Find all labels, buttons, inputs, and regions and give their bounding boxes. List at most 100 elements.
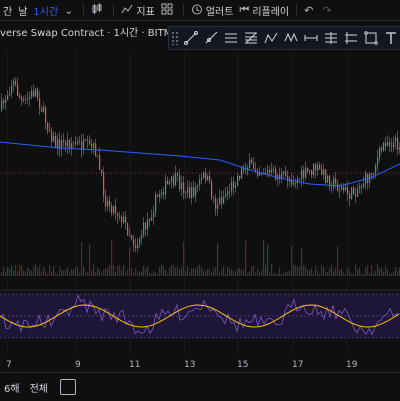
candle-body [293, 182, 295, 185]
candle-body [101, 169, 103, 174]
indicators-button[interactable]: 지표 [118, 0, 157, 20]
calendar-icon[interactable] [59, 379, 76, 395]
candle-body [193, 186, 195, 197]
volume-bar [367, 265, 369, 276]
volume-bar [161, 264, 163, 276]
candle-body [219, 197, 221, 205]
candle-body [45, 107, 47, 123]
candle-body [25, 99, 27, 100]
candle-body [385, 142, 387, 146]
candle-body [133, 239, 135, 246]
trend-line-icon[interactable] [181, 28, 201, 48]
candle-body [227, 191, 229, 195]
candle-body [243, 168, 245, 170]
candle-body [163, 192, 165, 195]
volume-bar [249, 271, 251, 276]
volume-bar [287, 272, 289, 276]
volume-bar [339, 269, 341, 276]
volume-bar [81, 242, 83, 276]
volume-bar [5, 271, 7, 276]
volume-bar [219, 272, 221, 276]
candle-body [275, 169, 277, 180]
volume-bar [29, 270, 31, 276]
volume-bar [291, 245, 293, 276]
volume-bar [183, 241, 185, 276]
timeframe-1h[interactable]: 1시간 [30, 0, 61, 20]
timeframe-day[interactable]: 날 [15, 0, 30, 20]
zigzag-icon[interactable] [281, 28, 301, 48]
volume-bar [353, 273, 355, 276]
volume-bar [175, 267, 177, 276]
timeframe-dropdown[interactable]: ⌄ [61, 0, 79, 20]
timeframe-partial[interactable]: 간 [0, 0, 15, 20]
candle-body [3, 100, 5, 103]
pattern-icon[interactable] [261, 28, 281, 48]
volume-bar [41, 271, 43, 276]
ray-icon[interactable] [201, 28, 221, 48]
candle-body [361, 186, 363, 188]
volume-bar [363, 273, 365, 276]
long-position-icon[interactable] [321, 28, 341, 48]
volume-bar [245, 240, 247, 276]
volume-bar [17, 271, 19, 276]
range-all-button[interactable]: 전체 [30, 380, 48, 395]
candle-body [123, 216, 125, 223]
bottom-toolbar: 6해 전체 [0, 372, 400, 401]
undo-button[interactable]: ↶ [301, 0, 319, 20]
volume-bar [313, 273, 315, 276]
divider [83, 4, 85, 16]
drag-handle-icon[interactable] [171, 31, 179, 45]
volume-bar [15, 264, 17, 276]
volume-bar [277, 273, 279, 276]
candle-body [241, 168, 243, 179]
volume-bar [35, 264, 37, 276]
candle-body [105, 195, 107, 207]
candle-body [75, 142, 77, 144]
candle-body [15, 80, 17, 85]
volume-bar [241, 270, 243, 276]
candle-body [21, 97, 23, 101]
volume-bar [137, 272, 139, 276]
short-position-icon[interactable] [341, 28, 361, 48]
volume-bar [265, 265, 267, 276]
candle-body [353, 187, 355, 195]
price-chart[interactable] [0, 50, 400, 356]
candle-body [145, 222, 147, 230]
volume-bar [391, 272, 393, 276]
candle-body [249, 159, 251, 168]
candle-body [151, 217, 153, 221]
redo-button[interactable]: ↷ [319, 0, 337, 20]
volume-bar [387, 269, 389, 276]
rectangle-icon[interactable] [361, 28, 381, 48]
candle-body [209, 175, 211, 182]
volume-bar [295, 265, 297, 276]
alerts-button[interactable]: 얼러트 [188, 0, 237, 20]
volume-bar [259, 272, 261, 276]
range-button[interactable]: 6해 [4, 380, 20, 395]
measure-icon[interactable] [301, 28, 321, 48]
text-icon[interactable] [381, 28, 400, 48]
volume-bar [303, 264, 305, 276]
candle-body [79, 141, 81, 142]
candle-body [303, 169, 305, 178]
volume-bar [141, 271, 143, 276]
divider [182, 4, 184, 16]
layouts-button[interactable] [158, 0, 179, 20]
volume-bar [115, 271, 117, 276]
volume-bar [93, 264, 95, 276]
volume-bar [19, 264, 21, 276]
replay-button[interactable]: ⏮ 리플레이 [236, 0, 292, 20]
candle-body [131, 235, 133, 240]
volume-bar [133, 272, 135, 276]
fib-icon[interactable] [241, 28, 261, 48]
candle-body [1, 100, 3, 110]
candle-body [141, 234, 143, 239]
candle-body [179, 175, 181, 190]
volume-bar [349, 270, 351, 276]
candle-body [113, 206, 115, 213]
time-axis-label: 15 [237, 360, 249, 370]
candle-body [317, 164, 319, 171]
chart-type-button[interactable] [88, 0, 109, 20]
channel-icon[interactable] [221, 28, 241, 48]
time-axis[interactable]: 7 9 11 13 15 17 19 [0, 358, 400, 372]
